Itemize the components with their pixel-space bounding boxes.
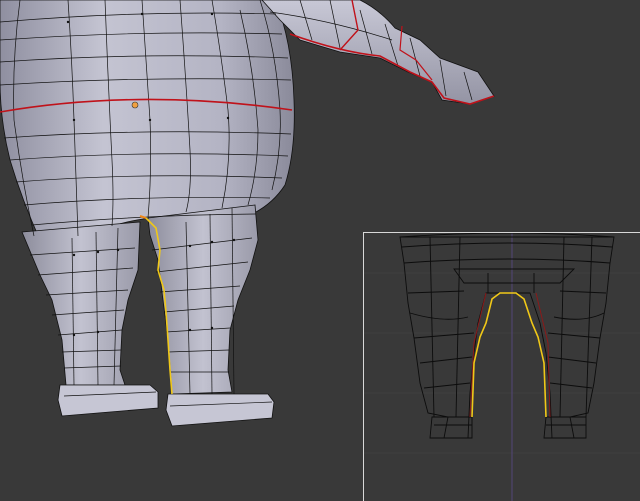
wireframe-canvas xyxy=(364,233,640,501)
viewport-3d-inset[interactable] xyxy=(363,232,640,501)
inset-selected-edge-loop xyxy=(471,292,547,418)
left-leg-mesh xyxy=(21,221,141,386)
inset-wire xyxy=(399,233,615,439)
arm-mesh xyxy=(261,0,495,105)
right-foot-mesh xyxy=(165,393,275,427)
inset-grid xyxy=(364,272,640,454)
origin-point xyxy=(131,101,139,109)
left-foot-mesh xyxy=(57,384,159,417)
torso-mesh xyxy=(0,0,295,241)
inset-seams xyxy=(469,292,551,418)
